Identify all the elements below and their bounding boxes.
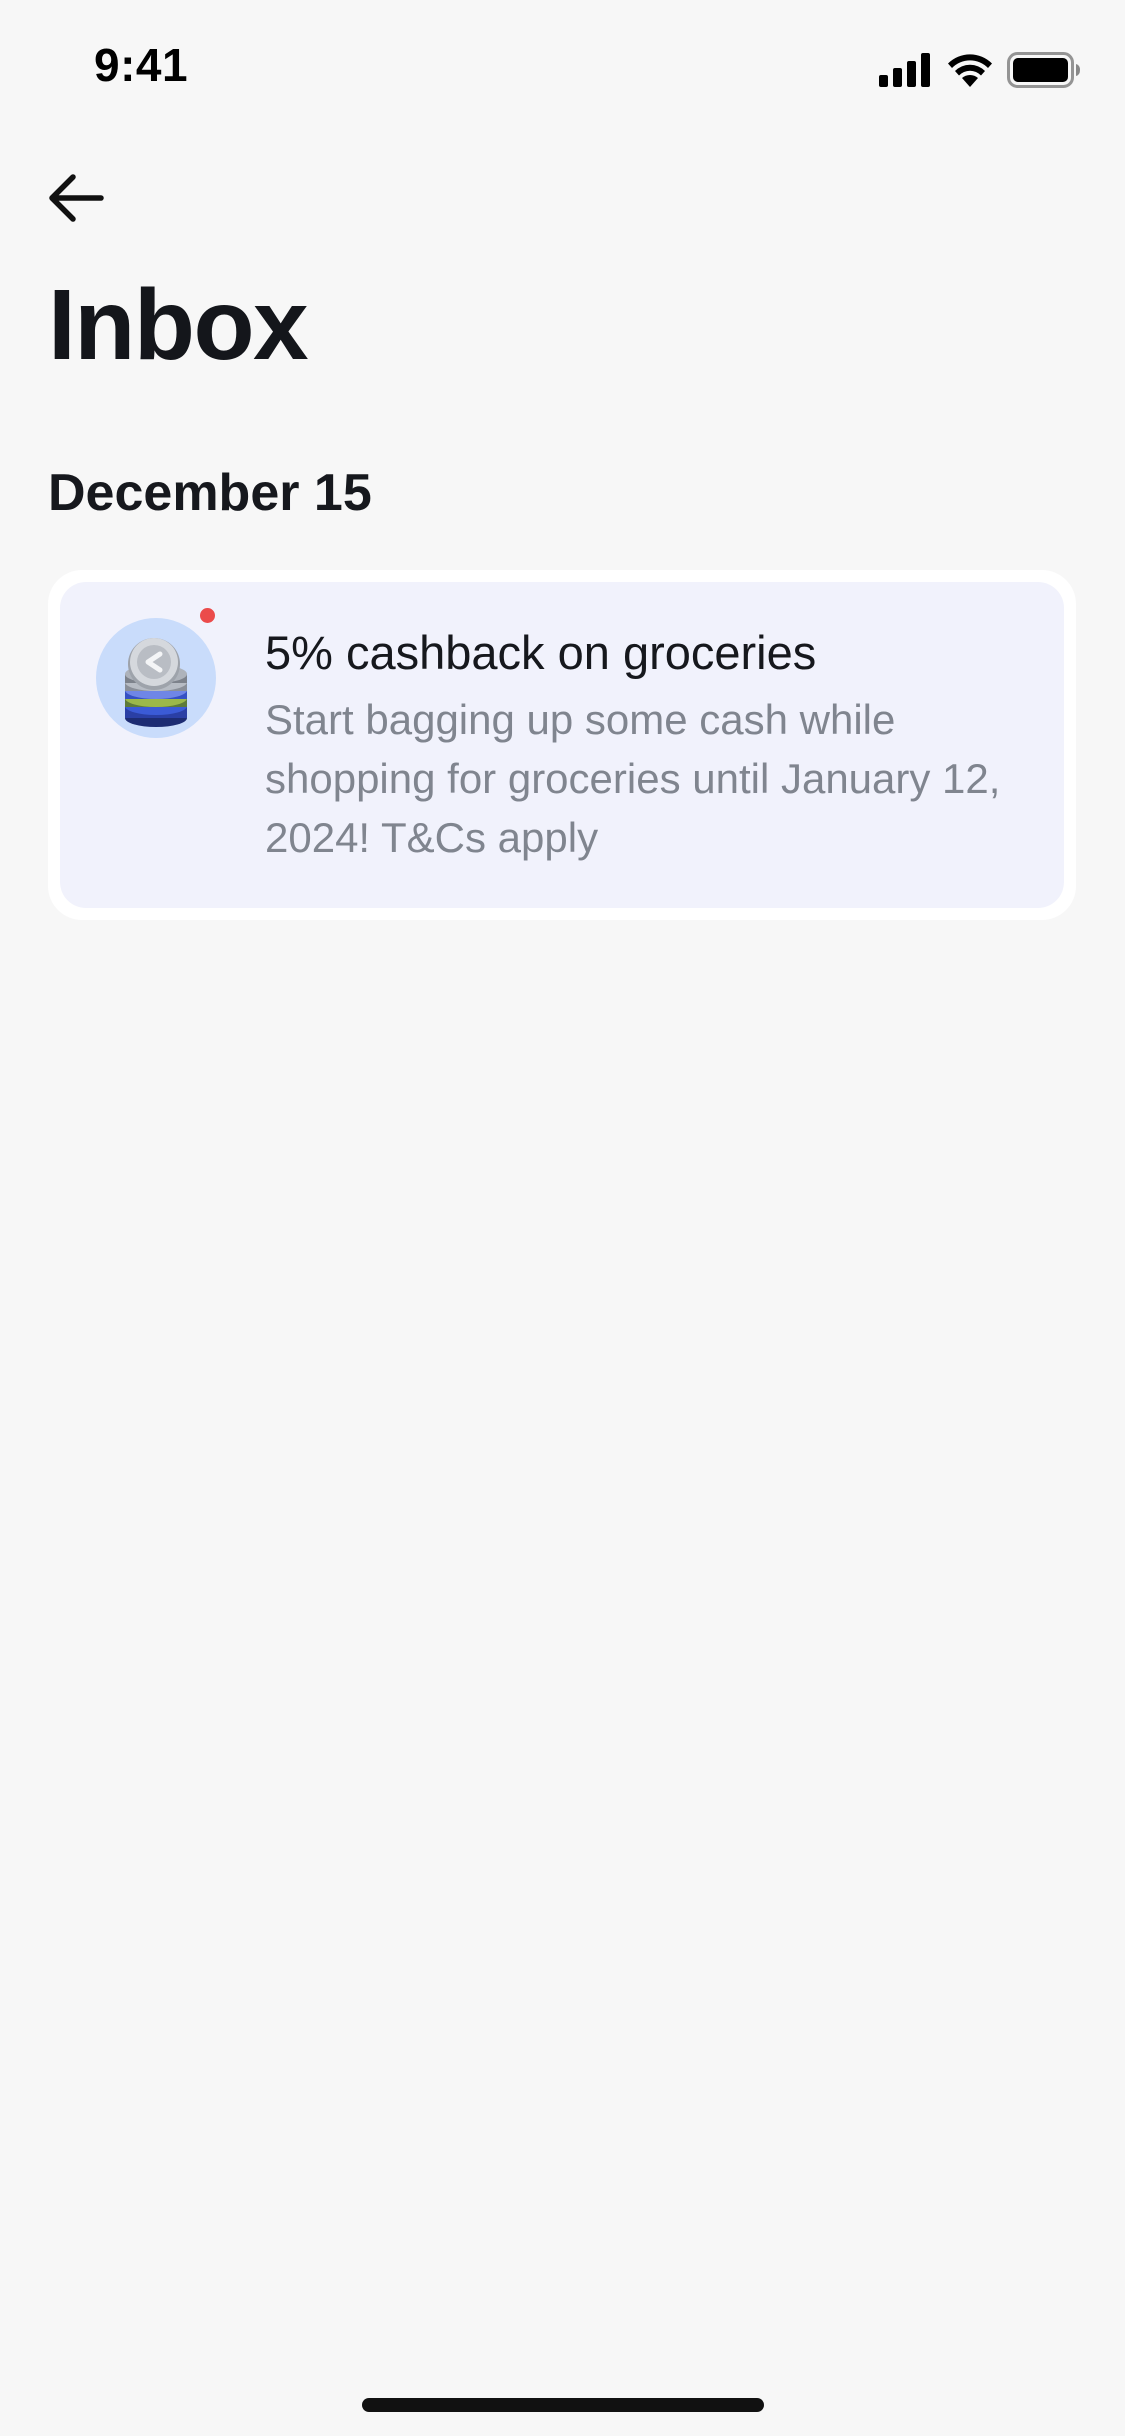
notification-title: 5% cashback on groceries xyxy=(265,626,817,679)
cellular-signal-icon xyxy=(879,53,933,87)
battery-icon xyxy=(1007,52,1081,88)
back-button[interactable] xyxy=(44,168,108,232)
status-time: 9:41 xyxy=(94,39,189,91)
status-icons xyxy=(879,50,1081,90)
status-bar: 9:41 xyxy=(0,0,1125,140)
wifi-icon xyxy=(947,53,993,87)
cashback-coins-icon xyxy=(96,618,216,738)
notification-icon-container xyxy=(96,618,216,738)
unread-indicator xyxy=(200,608,215,623)
home-indicator[interactable] xyxy=(362,2398,764,2412)
notification-body: Start bagging up some cash while shoppin… xyxy=(265,696,1001,861)
notification-card[interactable]: 5% cashback on groceries Start bagging u… xyxy=(48,570,1076,920)
section-date-header: December 15 xyxy=(48,464,372,522)
arrow-left-icon xyxy=(47,173,105,228)
notification-card-body: 5% cashback on groceries Start bagging u… xyxy=(60,582,1064,908)
page-title: Inbox xyxy=(48,269,309,381)
